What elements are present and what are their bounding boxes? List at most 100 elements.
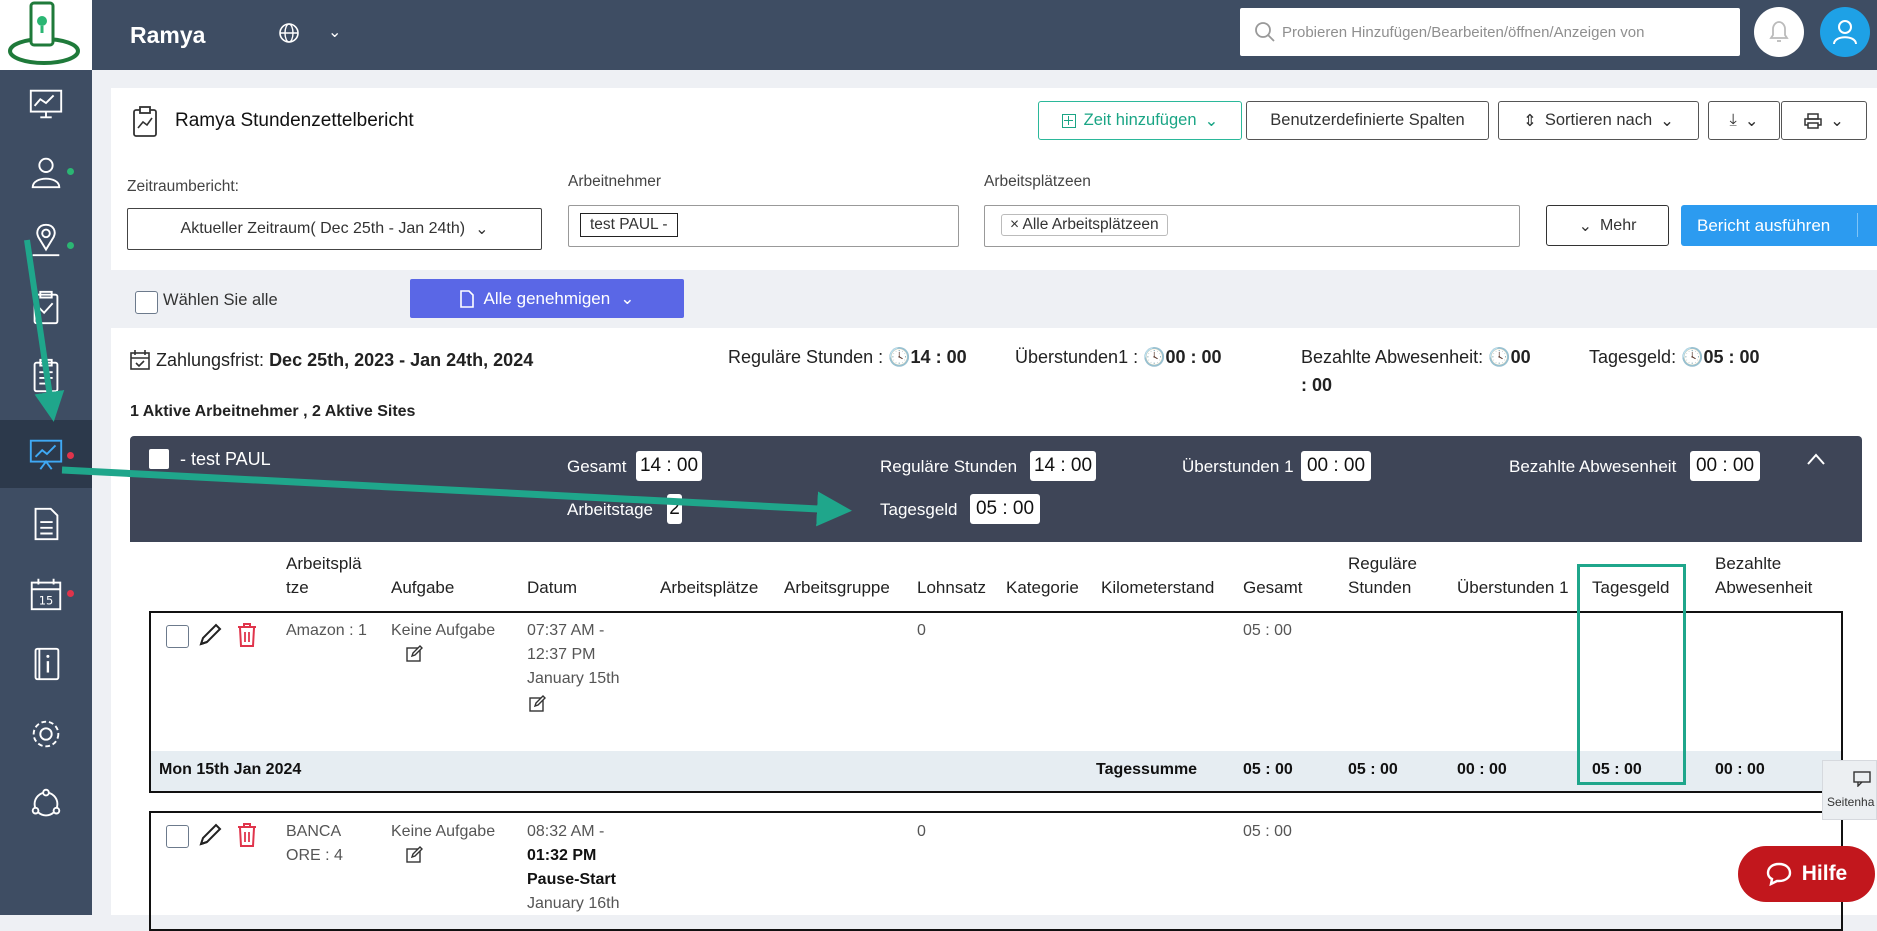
summary-paid-absence-value-2: : 00 xyxy=(1301,375,1333,395)
report-clipboard-icon xyxy=(133,106,157,137)
clock-icon: 🕓 xyxy=(1488,347,1511,367)
row-site: Amazon : 1 xyxy=(286,622,367,639)
row-checkbox[interactable] xyxy=(166,825,189,848)
pencil-icon[interactable] xyxy=(197,822,223,848)
col-date: Datum xyxy=(527,578,578,597)
status-dot xyxy=(67,590,74,597)
summary-paid-absence-value: 00 xyxy=(1510,347,1531,367)
status-dot xyxy=(67,242,74,249)
employee-select[interactable]: test PAUL - xyxy=(568,205,959,247)
remove-tag-icon[interactable]: × xyxy=(1010,216,1019,233)
emp-overtime-label: Überstunden 1 xyxy=(1182,457,1294,476)
sites-select[interactable]: × Alle Arbeitsplätzeen xyxy=(984,205,1520,247)
summary-paid-absence-cont: : 00 xyxy=(1301,375,1332,396)
summary-per-diem-label: Tagesgeld: xyxy=(1589,347,1677,367)
network-icon xyxy=(31,788,61,817)
day-summary-regular: 05 : 00 xyxy=(1348,761,1398,778)
sidebar-item-tasks[interactable] xyxy=(0,274,92,342)
custom-columns-button[interactable]: Benutzerdefinierte Spalten xyxy=(1246,101,1489,140)
split-divider xyxy=(1857,213,1858,237)
sidebar-item-reports[interactable] xyxy=(0,420,92,488)
sidebar-item-info[interactable] xyxy=(0,630,92,698)
col-paid-absence: Bezahlte Abwesenheit xyxy=(1715,554,1813,597)
col-overtime: Überstunden 1 xyxy=(1457,578,1569,597)
row-date: January 15th xyxy=(527,670,620,687)
sidebar-item-integrations[interactable] xyxy=(0,770,92,838)
row-checkbox[interactable] xyxy=(166,625,189,648)
plus-square-icon xyxy=(1061,113,1076,128)
period-select[interactable]: Aktueller Zeitraum( Dec 25th - Jan 24th)… xyxy=(127,208,542,250)
sites-tag[interactable]: × Alle Arbeitsplätzeen xyxy=(1001,214,1168,236)
sidebar-item-dashboard[interactable] xyxy=(0,70,92,138)
row-total: 05 : 00 xyxy=(1243,823,1292,840)
more-button[interactable]: ⌄ Mehr xyxy=(1546,205,1669,246)
sidebar-item-locations[interactable] xyxy=(0,206,92,274)
clock-icon: 🕓 xyxy=(1681,347,1704,367)
sort-icon: ⇕ xyxy=(1523,111,1537,130)
chevron-up-icon[interactable] xyxy=(1806,452,1826,466)
chevron-down-icon[interactable]: ⌄ xyxy=(328,22,341,41)
globe-icon[interactable] xyxy=(278,22,300,44)
sidebar-item-forms[interactable] xyxy=(0,342,92,410)
employee-tag[interactable]: test PAUL - xyxy=(580,213,678,237)
user-avatar-icon xyxy=(1833,20,1857,45)
summary-overtime-value: 00 : 00 xyxy=(1165,347,1222,367)
trash-icon[interactable] xyxy=(236,622,258,648)
sort-by-button[interactable]: ⇕ Sortieren nach ⌄ xyxy=(1498,101,1699,140)
app-title: Ramya xyxy=(130,22,206,48)
side-panel-tab[interactable]: Seitenha xyxy=(1822,760,1877,820)
run-report-button[interactable]: Bericht ausführen xyxy=(1681,205,1877,246)
pay-period: Zahlungsfrist: Dec 25th, 2023 - Jan 24th… xyxy=(156,350,533,371)
notifications-button[interactable] xyxy=(1754,7,1804,57)
edit-square-icon[interactable] xyxy=(406,846,423,863)
sidebar-item-calendar[interactable]: 15 xyxy=(0,560,92,628)
sidebar-item-users[interactable] xyxy=(0,138,92,206)
emp-workdays-value: 2 xyxy=(667,494,682,524)
col-site: Arbeitsplä tze xyxy=(286,554,362,597)
select-all-checkbox[interactable] xyxy=(135,291,158,314)
file-icon xyxy=(459,289,474,308)
pencil-icon[interactable] xyxy=(197,622,223,648)
edit-square-icon[interactable] xyxy=(406,645,423,662)
bell-icon xyxy=(1769,21,1789,42)
print-button[interactable]: ⌄ xyxy=(1781,101,1867,140)
employee-name: - test PAUL xyxy=(180,449,271,469)
search-box[interactable] xyxy=(1240,8,1740,56)
col-group: Arbeitsgruppe xyxy=(784,578,890,597)
pay-period-value: Dec 25th, 2023 - Jan 24th, 2024 xyxy=(269,350,534,370)
app-logo[interactable] xyxy=(0,0,92,70)
pay-period-label: Zahlungsfrist: xyxy=(156,350,265,370)
trash-icon[interactable] xyxy=(236,822,258,848)
approve-all-button[interactable]: Alle genehmigen ⌄ xyxy=(410,279,684,318)
more-label: Mehr xyxy=(1599,216,1637,234)
summary-per-diem-value: 05 : 00 xyxy=(1703,347,1760,367)
document-icon xyxy=(34,507,59,541)
day-summary-date: Mon 15th Jan 2024 xyxy=(159,761,302,778)
day-summary-label: Tagessumme xyxy=(1096,761,1198,778)
emp-workdays-label: Arbeitstage xyxy=(567,500,653,519)
approve-all-label: Alle genehmigen xyxy=(483,288,611,308)
sidebar-item-documents[interactable] xyxy=(0,490,92,558)
user-menu-button[interactable] xyxy=(1820,7,1870,57)
sites-tag-label: Alle Arbeitsplätzeen xyxy=(1022,216,1159,233)
calendar-check-icon xyxy=(130,350,150,370)
active-count: 1 Aktive Arbeitnehmer , 2 Aktive Sites xyxy=(130,403,416,420)
printer-icon xyxy=(1804,112,1822,129)
monitor-chart-icon xyxy=(29,89,63,119)
user-icon xyxy=(31,157,61,189)
status-dot xyxy=(67,452,74,459)
download-button[interactable]: ⤓ ⌄ xyxy=(1708,101,1780,140)
sidebar-item-settings[interactable] xyxy=(0,700,92,768)
search-input[interactable] xyxy=(1282,8,1732,56)
col-sites: Arbeitsplätze xyxy=(660,578,759,597)
add-time-button[interactable]: Zeit hinzufügen ⌄ xyxy=(1038,101,1242,140)
edit-square-icon[interactable] xyxy=(529,695,546,712)
select-all-label: Wählen Sie alle xyxy=(163,291,278,309)
help-button[interactable]: Hilfe xyxy=(1738,846,1875,902)
emp-total-value: 14 : 00 xyxy=(636,451,702,481)
day-summary-total: 05 : 00 xyxy=(1243,761,1293,778)
emp-regular-value: 14 : 00 xyxy=(1030,451,1096,481)
map-pin-icon xyxy=(32,223,60,257)
help-label: Hilfe xyxy=(1801,862,1848,885)
employee-checkbox[interactable] xyxy=(149,449,169,469)
